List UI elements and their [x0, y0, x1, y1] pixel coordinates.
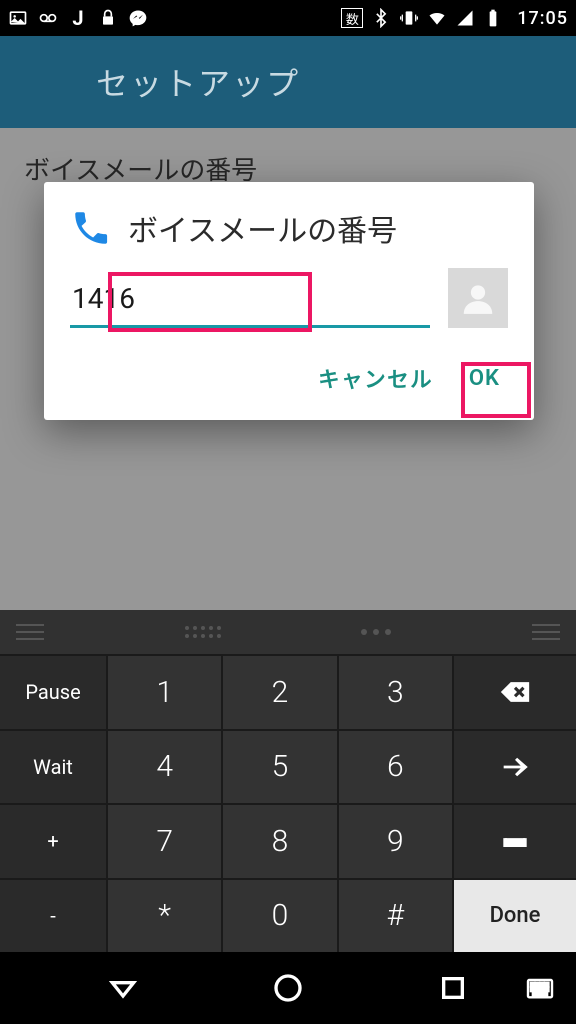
ime-badge: 数	[341, 8, 363, 28]
status-bar: J 数 17:05	[0, 0, 576, 36]
key-star[interactable]: *	[108, 880, 221, 953]
key-space[interactable]	[454, 805, 576, 878]
clock: 17:05	[517, 8, 568, 29]
key-8[interactable]: 8	[223, 805, 336, 878]
ok-button[interactable]: OK	[469, 362, 500, 394]
voicemail-number-input[interactable]	[70, 278, 430, 319]
phone-icon	[70, 207, 112, 249]
key-plus[interactable]: +	[0, 805, 106, 878]
messenger-icon	[128, 8, 148, 28]
page-title: セットアップ	[96, 59, 300, 105]
key-next[interactable]	[454, 731, 576, 804]
system-nav-bar	[0, 952, 576, 1024]
key-wait[interactable]: Wait	[0, 731, 106, 804]
key-pause[interactable]: Pause	[0, 656, 106, 729]
key-3[interactable]: 3	[339, 656, 452, 729]
key-5[interactable]: 5	[223, 731, 336, 804]
key-1[interactable]: 1	[108, 656, 221, 729]
dialog-title: ボイスメールの番号	[128, 206, 397, 250]
nav-recents-button[interactable]	[433, 968, 473, 1008]
nav-back-button[interactable]	[103, 968, 143, 1008]
key-4[interactable]: 4	[108, 731, 221, 804]
key-hash[interactable]: #	[339, 880, 452, 953]
drag-handle-icon	[16, 624, 44, 640]
key-2[interactable]: 2	[223, 656, 336, 729]
voicemail-dialog: ボイスメールの番号 キャンセル OK	[44, 182, 534, 420]
picture-icon	[8, 8, 28, 28]
bluetooth-icon	[371, 8, 391, 28]
keypad-handle-row[interactable]	[0, 610, 576, 654]
key-6[interactable]: 6	[339, 731, 452, 804]
key-done[interactable]: Done	[454, 880, 576, 953]
j-icon: J	[68, 8, 88, 28]
grip-icon	[185, 626, 221, 638]
key-0[interactable]: 0	[223, 880, 336, 953]
voicemail-icon	[38, 8, 58, 28]
key-9[interactable]: 9	[339, 805, 452, 878]
wifi-icon	[427, 8, 447, 28]
battery-icon	[483, 8, 503, 28]
key-minus[interactable]: -	[0, 880, 106, 953]
nav-ime-button[interactable]	[520, 968, 560, 1008]
key-backspace[interactable]	[454, 656, 576, 729]
cancel-button[interactable]: キャンセル	[318, 362, 433, 394]
drag-handle-icon	[532, 624, 560, 640]
numeric-keypad: Pause 1 2 3 Wait 4 5 6 + 7 8 9 - * 0 # D…	[0, 610, 576, 952]
lock-icon	[98, 8, 118, 28]
vibrate-icon	[399, 8, 419, 28]
key-7[interactable]: 7	[108, 805, 221, 878]
more-dots-icon	[361, 629, 391, 635]
nav-home-button[interactable]	[268, 968, 308, 1008]
app-header: セットアップ	[0, 36, 576, 128]
contact-picker-button[interactable]	[448, 268, 508, 328]
signal-icon	[455, 8, 475, 28]
